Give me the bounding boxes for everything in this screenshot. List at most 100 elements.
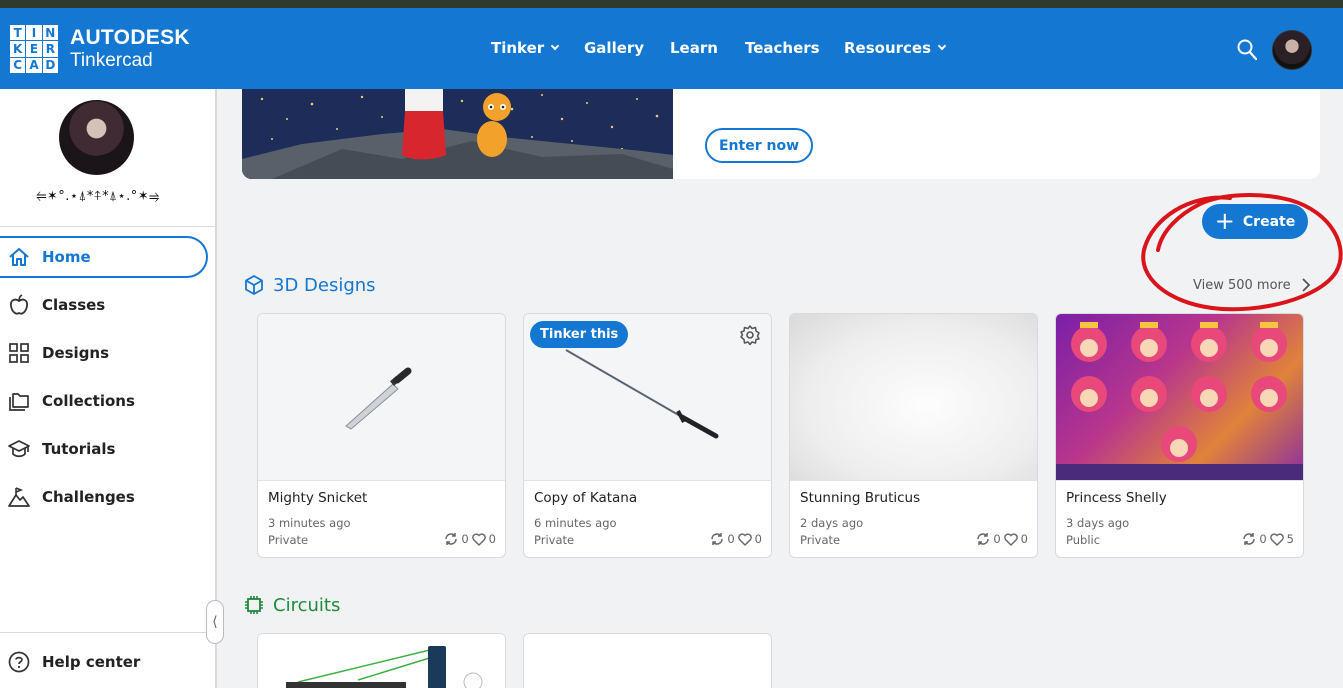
sidebar-item-designs[interactable]: Designs: [0, 332, 208, 374]
design-title[interactable]: Stunning Bruticus: [800, 490, 920, 506]
design-stats: 0 0: [976, 532, 1028, 546]
design-thumbnail[interactable]: [258, 314, 505, 481]
sidebar-item-classes[interactable]: Classes: [0, 284, 208, 326]
sidebar-item-label: Challenges: [42, 488, 135, 506]
like-count: 0: [754, 532, 762, 546]
cube-icon: [245, 275, 263, 295]
design-time: 3 minutes ago: [268, 516, 351, 530]
logo-letter: N: [42, 25, 58, 41]
design-title[interactable]: Princess Shelly: [1066, 490, 1167, 506]
collapse-sidebar-button[interactable]: ⟨: [206, 600, 224, 644]
gear-icon[interactable]: [739, 324, 761, 346]
logo-letter: A: [26, 57, 42, 73]
profile-avatar[interactable]: [59, 100, 134, 175]
tinker-count-icon: [977, 533, 990, 545]
like-count: 0: [488, 532, 496, 546]
grid-icon: [9, 343, 29, 363]
design-title[interactable]: Mighty Snicket: [268, 490, 367, 506]
graduation-cap-icon: [8, 440, 30, 458]
like-count: 5: [1286, 532, 1294, 546]
window-top-strip: [0, 0, 1343, 8]
design-card[interactable]: Tinker this Copy of Katana 6 minutes ago…: [523, 313, 772, 558]
chevron-down-icon: [937, 41, 947, 51]
enter-now-label: Enter now: [718, 137, 799, 154]
tinker-this-button[interactable]: Tinker this: [530, 321, 629, 348]
collapse-glyph: ⟨: [212, 614, 218, 630]
sidebar-item-label: Tutorials: [42, 440, 116, 458]
section-3d-designs-title[interactable]: 3D Designs: [243, 274, 376, 296]
view-more-link[interactable]: View 500 more: [1193, 277, 1311, 293]
sidebar-item-challenges[interactable]: Challenges: [0, 476, 208, 518]
heart-icon: [1003, 532, 1018, 546]
sidebar-item-label: Classes: [42, 296, 106, 314]
sticker-collage-image: [1056, 322, 1303, 480]
tinker-count: 0: [727, 532, 735, 546]
logo-letter: E: [26, 41, 42, 57]
tinker-count-icon: [1243, 533, 1256, 545]
promo-banner: Enter now: [242, 89, 1320, 179]
section-title-text: Circuits: [273, 594, 341, 616]
sidebar-item-label: Home: [42, 248, 91, 266]
sidebar-item-label: Help center: [42, 653, 141, 671]
divider: [0, 226, 215, 227]
create-label: Create: [1242, 213, 1296, 230]
brand-name[interactable]: AUTODESK Tinkercad: [70, 26, 190, 72]
nav-tinker[interactable]: Tinker: [491, 39, 560, 57]
circuit-card[interactable]: [523, 633, 772, 688]
tinker-count: 0: [993, 532, 1001, 546]
design-card[interactable]: Mighty Snicket 3 minutes ago Private 0 0: [257, 313, 506, 558]
nav-label: Learn: [670, 39, 718, 57]
nav-teachers[interactable]: Teachers: [745, 39, 820, 57]
design-privacy: Private: [534, 533, 575, 547]
tinker-count: 0: [1259, 532, 1267, 546]
design-title[interactable]: Copy of Katana: [534, 490, 637, 506]
nav-label: Teachers: [745, 39, 820, 57]
mountain-flag-icon: [8, 487, 30, 507]
top-header: T I N K E R C A D AUTODESK Tinkercad Tin…: [0, 8, 1343, 89]
heart-icon: [471, 532, 486, 546]
home-icon: [9, 248, 29, 266]
design-thumbnail[interactable]: [1056, 314, 1303, 481]
search-icon[interactable]: [1237, 39, 1257, 61]
circuit-card[interactable]: [257, 633, 506, 688]
create-button[interactable]: + Create: [1202, 204, 1308, 239]
tinkercad-logo[interactable]: T I N K E R C A D: [10, 25, 58, 73]
sidebar-item-label: Collections: [42, 392, 135, 410]
user-avatar[interactable]: [1272, 30, 1312, 70]
chevron-right-icon: [1301, 278, 1310, 292]
sidebar-item-label: Designs: [42, 344, 110, 362]
design-stats: 0 5: [1242, 532, 1294, 546]
sidebar-item-collections[interactable]: Collections: [0, 380, 208, 422]
folders-icon: [9, 393, 29, 411]
profile-username[interactable]: ⥢✶°.⋆⍋*⍏*⍋⋆.°✶⥤: [0, 189, 196, 204]
nav-resources[interactable]: Resources: [844, 39, 947, 57]
circuit-chip-icon: [245, 596, 263, 614]
nav-label: Resources: [844, 39, 932, 57]
sidebar-item-help-center[interactable]: Help center: [0, 641, 208, 683]
design-privacy: Private: [268, 533, 309, 547]
logo-letter: R: [42, 41, 58, 57]
logo-letter: D: [42, 57, 58, 73]
sidebar-item-tutorials[interactable]: Tutorials: [0, 428, 208, 470]
nav-label: Gallery: [584, 39, 645, 57]
nav-gallery[interactable]: Gallery: [584, 39, 644, 57]
banner-image[interactable]: [242, 89, 673, 179]
enter-now-button[interactable]: Enter now: [705, 128, 813, 163]
design-card[interactable]: Princess Shelly 3 days ago Public 0 5: [1055, 313, 1304, 558]
banner-artwork: [242, 89, 673, 179]
logo-letter: I: [26, 25, 42, 41]
help-icon: [8, 651, 30, 673]
design-card[interactable]: Stunning Bruticus 2 days ago Private 0 0: [789, 313, 1038, 558]
sidebar-item-home[interactable]: Home: [0, 236, 208, 278]
nav-label: Tinker: [491, 39, 545, 57]
apple-icon: [9, 294, 29, 315]
design-stats: 0 0: [444, 532, 496, 546]
section-title-text: 3D Designs: [273, 274, 376, 296]
section-circuits-title[interactable]: Circuits: [243, 594, 340, 616]
chevron-down-icon: [550, 41, 560, 51]
divider: [0, 632, 215, 633]
logo-letter: C: [10, 57, 26, 73]
design-thumbnail[interactable]: [790, 314, 1037, 481]
nav-learn[interactable]: Learn: [670, 39, 718, 57]
design-privacy: Private: [800, 533, 841, 547]
